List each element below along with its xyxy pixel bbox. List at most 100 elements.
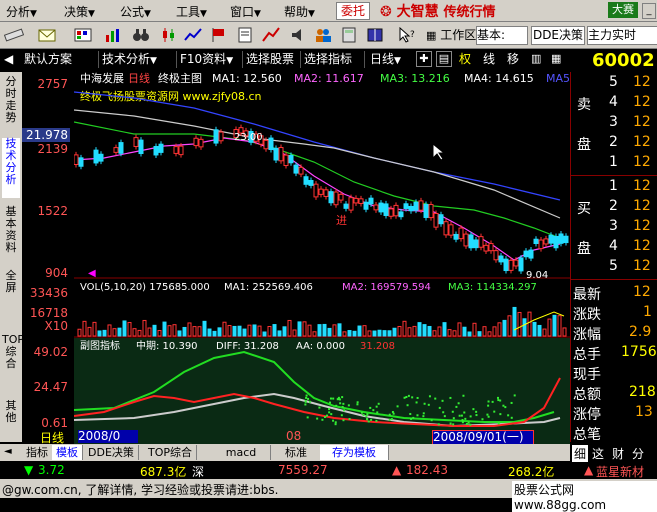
select-stock-tab[interactable]: 选择股票 bbox=[246, 51, 294, 67]
calculator-icon[interactable] bbox=[340, 27, 358, 43]
volume-bar bbox=[467, 331, 472, 337]
volume-bar bbox=[522, 318, 527, 337]
save-template-button[interactable]: 存为模板 bbox=[320, 445, 389, 460]
zoom-icon[interactable]: ▤ bbox=[436, 51, 452, 67]
tab-split[interactable]: 分 bbox=[632, 445, 644, 462]
tab-template[interactable]: 模板 bbox=[52, 445, 83, 460]
signal-dot bbox=[513, 394, 516, 397]
tab-top-summary[interactable]: TOP综合 bbox=[2, 334, 24, 394]
sell-price: 12 bbox=[633, 114, 651, 130]
tech-analysis-tab[interactable]: 技术分析▼ bbox=[102, 51, 157, 67]
volume-bar bbox=[412, 325, 417, 337]
tab-other[interactable]: 其他 bbox=[2, 400, 20, 430]
volume-bar bbox=[482, 326, 487, 337]
rights-adjust-toggle[interactable]: 权 bbox=[459, 51, 471, 67]
help-pointer-icon[interactable]: ? bbox=[398, 27, 416, 43]
main-force-realtime-button[interactable]: 主力实时 bbox=[587, 26, 657, 45]
grid-icon[interactable] bbox=[74, 27, 92, 43]
tab-dde-decision[interactable]: DDE决策 bbox=[84, 445, 139, 460]
left-tab-strip: 分时走势 技术分析 基本资料 全屏 TOP综合 其他 bbox=[0, 72, 24, 442]
buy-level: 5 bbox=[609, 258, 618, 274]
tab-fullscreen[interactable]: 全屏 bbox=[2, 270, 20, 300]
book-icon[interactable] bbox=[366, 27, 384, 43]
menu-decision[interactable]: 决策▼ bbox=[64, 3, 95, 20]
menu-analysis[interactable]: 分析▼ bbox=[6, 3, 37, 20]
tab-intraday[interactable]: 分时走势 bbox=[2, 76, 20, 132]
scheme-tab[interactable]: 默认方案 bbox=[24, 51, 72, 67]
candle-body bbox=[213, 129, 219, 144]
candle-body bbox=[313, 183, 319, 198]
volume-bar bbox=[137, 329, 142, 337]
candle-body bbox=[493, 250, 499, 261]
signal-dot bbox=[510, 401, 513, 404]
candle-body bbox=[74, 154, 79, 165]
volume-bar bbox=[387, 330, 392, 337]
index-bar: ▼ 3.72 687.3亿 深 7559.27 ▲ 182.43 268.2亿 … bbox=[0, 462, 657, 479]
line-toggle[interactable]: 线 bbox=[483, 51, 495, 67]
candle-body bbox=[403, 203, 409, 209]
move-toggle[interactable]: 移 bbox=[507, 51, 519, 67]
tab-tech-analysis[interactable]: 技术分析 bbox=[2, 138, 20, 198]
menu-help[interactable]: 帮助▼ bbox=[284, 3, 315, 20]
binoculars-icon[interactable] bbox=[132, 27, 150, 43]
signal-dot bbox=[486, 413, 489, 416]
volume-bar bbox=[232, 325, 237, 337]
volume-bar bbox=[237, 325, 242, 337]
speaker-icon[interactable] bbox=[290, 27, 308, 43]
candle-body bbox=[468, 234, 474, 249]
tab-finance[interactable]: 财 bbox=[612, 445, 624, 462]
chart-area[interactable]: 中海发展 日线 终极主图 MA1: 12.560 MA2: 11.617 MA3… bbox=[74, 72, 570, 444]
scroll-left-icon[interactable]: ◄ bbox=[4, 446, 12, 457]
left-arrow-icon[interactable]: ◀ bbox=[4, 51, 13, 67]
trend-icon[interactable] bbox=[262, 27, 280, 43]
tab-standard[interactable]: 标准 bbox=[272, 445, 321, 460]
grid-toggle-icon[interactable]: ▦ bbox=[551, 51, 561, 67]
menu-formula[interactable]: 公式▼ bbox=[120, 3, 151, 20]
chart-type-icon[interactable]: ▥ bbox=[531, 51, 541, 67]
basic-select[interactable]: 基本: bbox=[476, 26, 528, 45]
workspace-button[interactable]: ▦ 工作区 bbox=[426, 26, 478, 43]
candlestick-icon[interactable] bbox=[160, 27, 178, 43]
tab-macd[interactable]: macd bbox=[212, 445, 271, 460]
contest-button[interactable]: 大赛 bbox=[608, 2, 638, 18]
period-daily-tab[interactable]: 日线▼ bbox=[370, 51, 401, 67]
volume-bar bbox=[292, 329, 297, 337]
document-icon[interactable] bbox=[236, 27, 254, 43]
workspace-icon: ▦ bbox=[426, 29, 437, 42]
chart-line-icon[interactable] bbox=[184, 27, 202, 43]
tab-basic-info[interactable]: 基本资料 bbox=[2, 206, 20, 262]
minimize-icon[interactable]: _ bbox=[642, 3, 656, 19]
tab-this[interactable]: 这 bbox=[592, 445, 604, 462]
tab-top-summary-bottom[interactable]: TOP综合 bbox=[144, 445, 198, 460]
mail-icon[interactable] bbox=[38, 27, 56, 43]
signal-dot bbox=[365, 415, 368, 418]
ruler-icon[interactable] bbox=[4, 27, 24, 43]
signal-dot bbox=[369, 406, 372, 409]
candle-body bbox=[408, 205, 414, 212]
right-bottom-tabs: 细 这 财 分 bbox=[570, 444, 657, 462]
menu-tools[interactable]: 工具▼ bbox=[176, 3, 207, 20]
f10-info-tab[interactable]: F10资料▼ bbox=[180, 51, 233, 67]
low-annotation: 9.04 bbox=[526, 270, 548, 281]
signal-dot bbox=[321, 418, 324, 421]
crosshair-icon[interactable]: ✚ bbox=[416, 51, 432, 67]
signal-dot bbox=[442, 411, 445, 414]
dde-decision-button[interactable]: DDE决策 bbox=[531, 26, 585, 45]
volume-bar bbox=[507, 315, 512, 337]
signal-dot bbox=[437, 423, 440, 426]
menu-window[interactable]: 窗口▼ bbox=[230, 3, 261, 20]
tab-indicator[interactable]: 指标 bbox=[22, 445, 53, 460]
candle-body bbox=[463, 233, 469, 247]
select-indicator-tab[interactable]: 选择指标 bbox=[304, 51, 352, 67]
trade-button[interactable]: 委托 bbox=[336, 2, 370, 20]
volume-bar bbox=[357, 325, 362, 337]
people-icon[interactable] bbox=[314, 27, 332, 43]
signal-dot bbox=[388, 413, 391, 416]
sub-tick-label: 49.02 bbox=[33, 345, 68, 359]
dropdown-arrow-icon: ▼ bbox=[254, 9, 261, 19]
candle-body bbox=[308, 179, 314, 186]
chart-bars-icon[interactable] bbox=[104, 27, 122, 43]
tab-detail[interactable]: 细 bbox=[572, 445, 589, 462]
buy-level: 4 bbox=[609, 238, 618, 254]
flag-icon[interactable] bbox=[210, 27, 228, 43]
